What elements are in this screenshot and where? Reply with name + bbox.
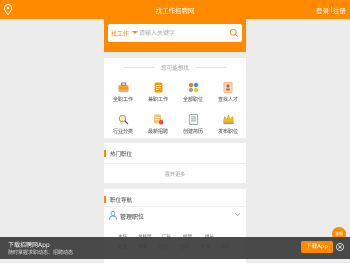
- quick-link-label: 全职工作: [112, 97, 133, 103]
- quick-link-label: 行业分类: [112, 129, 133, 135]
- divider: [104, 163, 246, 164]
- search-type-select[interactable]: 找工作: [111, 29, 129, 38]
- magnifier-icon: [118, 114, 128, 125]
- quick-link-label: 创建简历: [182, 129, 203, 135]
- new-document-icon: [153, 114, 163, 125]
- hot-jobs-title: 热门职位: [110, 152, 133, 158]
- quick-link-industry[interactable]: 行业分类: [106, 114, 140, 135]
- quick-link-latest[interactable]: 最新招聘: [141, 114, 175, 135]
- quick-link-full-time[interactable]: 全职工作: [106, 82, 140, 103]
- search-input[interactable]: [139, 28, 227, 38]
- app-banner-subtitle: 随时掌握求职动态、招聘动态: [8, 250, 74, 256]
- quick-link-create-resume[interactable]: 创建简历: [176, 114, 210, 135]
- quick-link-label: 发布职位: [217, 129, 238, 135]
- crown-icon: [222, 114, 234, 124]
- app-banner-title: 下载招聘网App: [8, 242, 50, 249]
- quick-link-post-job[interactable]: 发布职位: [211, 114, 245, 135]
- divider: [104, 206, 246, 207]
- section-accent-bar: [104, 150, 106, 157]
- chevron-down-icon[interactable]: [234, 211, 241, 218]
- job-category-label: 管理职位: [120, 214, 145, 221]
- quick-link-label: 查找人才: [217, 97, 238, 103]
- page-title: 找工作招聘网: [155, 7, 195, 15]
- quick-link-find-talent[interactable]: 查找人才: [211, 82, 245, 103]
- quick-link-label: 兼职工作: [147, 97, 168, 103]
- quick-link-label: 最新招聘: [147, 129, 168, 135]
- user-icon: [109, 211, 117, 220]
- app-download-banner: 下载招聘网App 随时掌握求职动态、招聘动态 下载App: [0, 237, 350, 259]
- search-bar: 找工作: [108, 24, 242, 42]
- register-link[interactable]: 注册: [333, 5, 346, 15]
- quick-link-label: 全部职位: [182, 97, 203, 103]
- person-search-icon: [223, 82, 232, 93]
- grid-icon: [188, 82, 198, 93]
- quick-link-all-jobs[interactable]: 全部职位: [176, 82, 210, 103]
- search-icon[interactable]: [229, 28, 239, 38]
- caret-down-icon[interactable]: [132, 31, 138, 34]
- download-app-button[interactable]: 下载App: [301, 241, 333, 253]
- quick-link-part-time[interactable]: 兼职工作: [141, 82, 175, 103]
- top-navigation-bar: 找工作招聘网 登录 | 注册: [0, 0, 350, 19]
- close-icon[interactable]: [336, 243, 344, 251]
- expand-more-link[interactable]: 展开更多: [104, 171, 246, 178]
- briefcase-icon: [118, 82, 128, 92]
- quick-links-card: 您可能想找 全职工作 兼职工作 全部职位 查找人才 行业分类 最新招聘 创建简历…: [104, 58, 246, 138]
- hot-jobs-card: 热门职位 展开更多: [104, 143, 246, 183]
- document-icon: [154, 82, 162, 93]
- section-title: 您可能想找: [161, 66, 189, 72]
- job-nav-title: 职位导航: [110, 198, 133, 204]
- section-accent-bar: [104, 196, 106, 203]
- resume-icon: [188, 114, 198, 125]
- divider: [196, 67, 226, 68]
- job-category-row[interactable]: 管理职位: [104, 209, 246, 223]
- login-link[interactable]: 登录: [316, 5, 329, 15]
